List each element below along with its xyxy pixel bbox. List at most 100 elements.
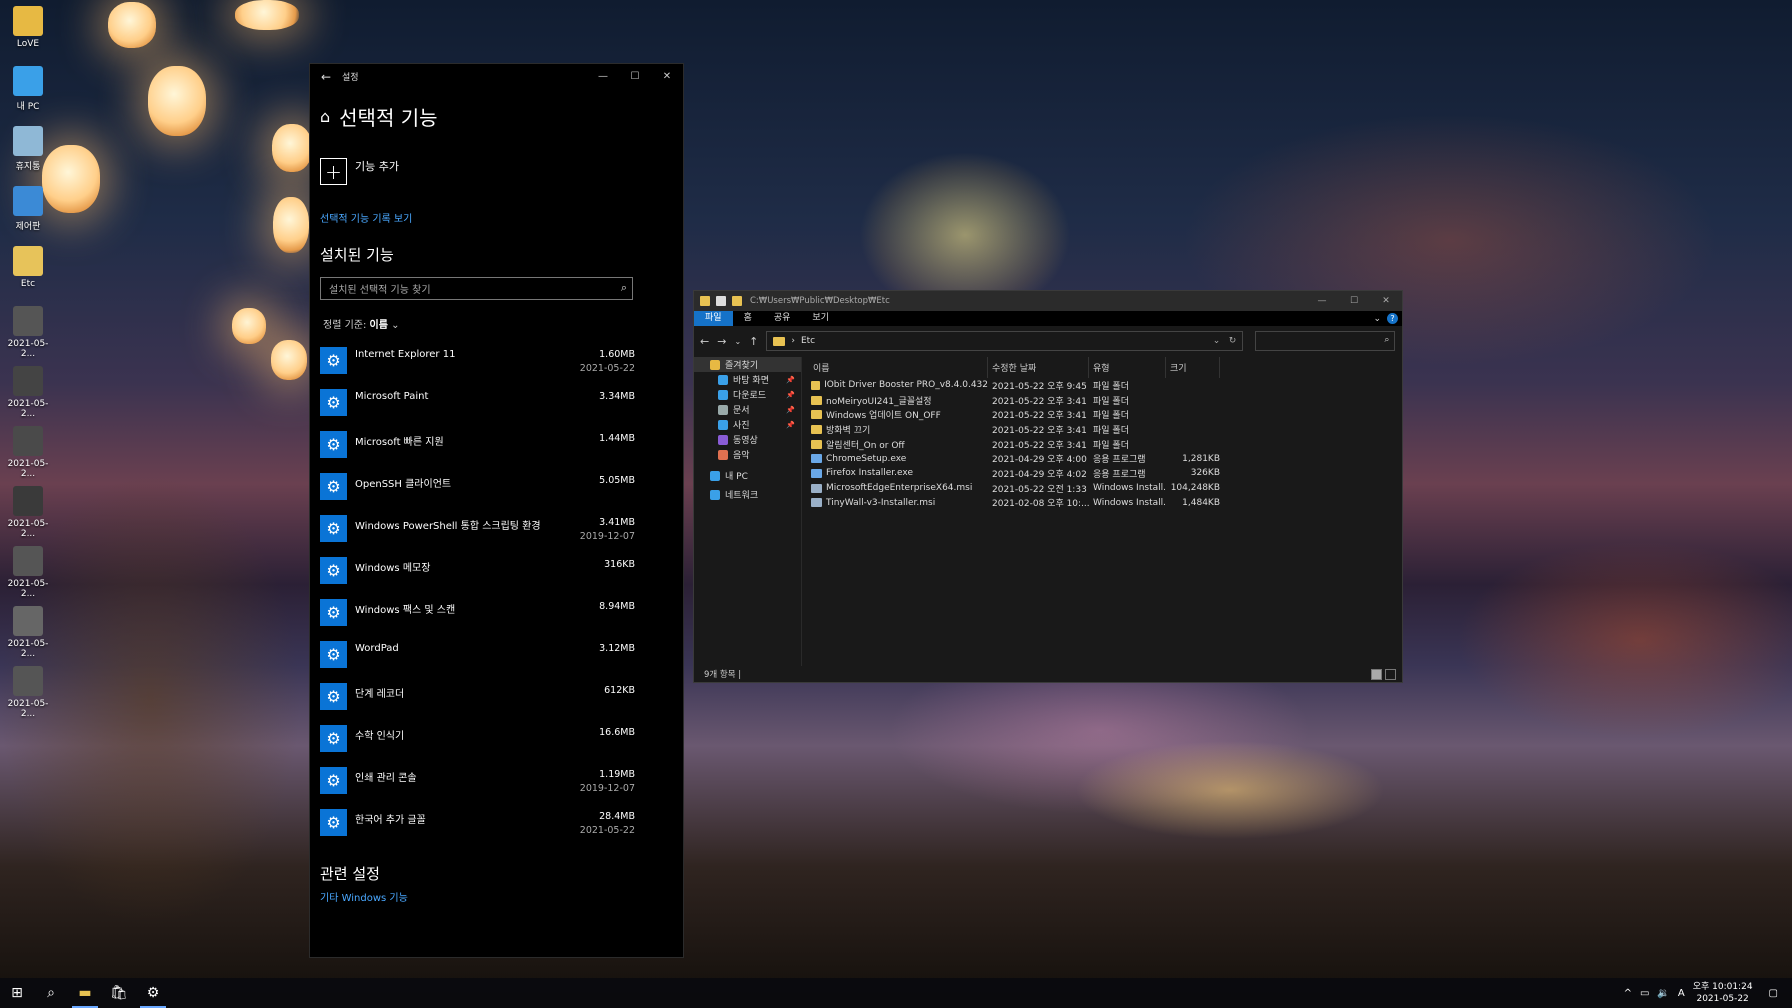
new-folder-icon[interactable] <box>732 296 742 306</box>
column-header[interactable]: 수정한 날짜 <box>988 357 1089 378</box>
nav-item-label: 다운로드 <box>733 391 767 401</box>
help-icon[interactable]: ? <box>1387 313 1398 324</box>
notification-icon[interactable]: ▢ <box>1769 988 1778 999</box>
file-row[interactable]: Firefox Installer.exe 2021-04-29 오후 4:02 응… <box>809 466 1402 481</box>
home-icon[interactable]: ⌂ <box>320 107 330 126</box>
feature-item[interactable]: ⚙ WordPad 3.12MB <box>320 639 635 681</box>
nav-item[interactable]: 동영상 <box>694 432 801 447</box>
feature-item[interactable]: ⚙ Internet Explorer 11 1.60MB 2021-05-22 <box>320 345 635 387</box>
feature-item[interactable]: ⚙ 수학 인식기 16.6MB <box>320 723 635 765</box>
feature-item[interactable]: ⚙ Windows PowerShell 통합 스크립팅 환경 3.41MB 2019… <box>320 513 635 555</box>
nav-item[interactable]: 음악 <box>694 447 801 462</box>
close-button[interactable]: ✕ <box>1370 296 1402 306</box>
maximize-button[interactable]: ☐ <box>1338 296 1370 306</box>
maximize-button[interactable]: ☐ <box>619 71 651 82</box>
nav-item[interactable]: 사진 📌 <box>694 417 801 432</box>
feature-item[interactable]: ⚙ 인쇄 관리 콘솔 1.19MB 2019-12-07 <box>320 765 635 807</box>
desktop-icon[interactable]: 2021-05-2... <box>2 306 54 359</box>
clock[interactable]: 오후 10:01:24 2021-05-22 <box>1693 981 1753 1005</box>
volume-icon[interactable]: 🔉 <box>1657 988 1669 999</box>
nav-item[interactable]: 네트워크 <box>694 487 801 502</box>
show-hidden-icons-icon[interactable]: ^ <box>1624 988 1632 999</box>
nav-item-icon <box>710 470 720 481</box>
folder-icon <box>773 336 786 346</box>
ribbon-tab[interactable]: 공유 <box>763 311 802 326</box>
feature-date: 2019-12-07 <box>579 531 635 542</box>
large-icons-view-icon[interactable] <box>1385 668 1396 680</box>
feature-item[interactable]: ⚙ OpenSSH 클라이언트 5.05MB <box>320 471 635 513</box>
feature-item[interactable]: ⚙ Microsoft 빠른 지원 1.44MB <box>320 429 635 471</box>
column-header[interactable]: 유형 <box>1089 357 1166 378</box>
forward-arrow-icon[interactable]: → <box>717 335 726 348</box>
desktop-icon[interactable]: 2021-05-2... <box>2 666 54 719</box>
desktop-icon[interactable]: Etc <box>2 246 54 289</box>
ribbon-tab[interactable]: 파일 <box>694 311 733 326</box>
nav-item[interactable]: 내 PC <box>694 468 801 483</box>
minimize-button[interactable]: — <box>587 71 619 82</box>
add-feature-button[interactable]: + 기능 추가 <box>320 158 399 185</box>
explorer-search-input[interactable]: ⌕ <box>1255 331 1396 351</box>
desktop-icon[interactable]: 2021-05-2... <box>2 366 54 419</box>
back-arrow-icon[interactable]: ← <box>700 335 709 348</box>
puzzle-gear-icon: ⚙ <box>320 389 347 416</box>
file-row[interactable]: 알림센터_On or Off 2021-05-22 오후 3:41 파일 폴더 <box>809 437 1402 452</box>
desktop-icon[interactable]: 내 PC <box>2 66 54 112</box>
desktop-icon[interactable]: 제어판 <box>2 186 54 232</box>
file-row[interactable]: MicrosoftEdgeEnterpriseX64.msi 2021-05-22… <box>809 481 1402 496</box>
feature-item[interactable]: ⚙ Windows 팩스 및 스캔 8.94MB <box>320 597 635 639</box>
feature-name: 인쇄 관리 콘솔 <box>355 773 417 784</box>
file-row[interactable]: Windows 업데이트 ON_OFF 2021-05-22 오후 3:41 파일 … <box>809 407 1402 422</box>
settings-taskbar-button[interactable]: ⚙ <box>136 978 170 1008</box>
feature-item[interactable]: ⚙ 한국어 추가 글꼴 28.4MB 2021-05-22 <box>320 807 635 849</box>
folder-icon <box>811 410 822 420</box>
recent-locations-chevron-icon[interactable]: ⌄ <box>734 337 741 346</box>
network-icon[interactable]: ▭ <box>1640 988 1649 999</box>
store-taskbar-button[interactable]: 🛍 <box>102 978 136 1008</box>
desktop-icon-label: 휴지통 <box>15 162 41 172</box>
feature-history-link[interactable]: 선택적 기능 기록 보기 <box>320 210 412 225</box>
desktop-icon-label: 2021-05-2... <box>7 579 49 599</box>
address-bar[interactable]: › Etc ⌄ ↻ <box>766 331 1244 351</box>
feature-item[interactable]: ⚙ Microsoft Paint 3.34MB <box>320 387 635 429</box>
feature-item[interactable]: ⚙ Windows 메모장 316KB <box>320 555 635 597</box>
file-row[interactable]: ChromeSetup.exe 2021-04-29 오후 4:00 응용 프로그램… <box>809 451 1402 466</box>
ime-indicator[interactable]: A <box>1678 988 1685 999</box>
refresh-icon[interactable]: ⌄ ↻ <box>1213 336 1237 346</box>
nav-item[interactable]: 문서 📌 <box>694 402 801 417</box>
desktop-icon[interactable]: LoVE <box>2 6 54 49</box>
nav-item[interactable]: 다운로드 📌 <box>694 387 801 402</box>
file-explorer-taskbar-button[interactable]: ▬ <box>68 978 102 1008</box>
file-row[interactable]: TinyWall-v3-Installer.msi 2021-02-08 오후 1… <box>809 496 1402 511</box>
up-arrow-icon[interactable]: ↑ <box>749 335 758 348</box>
search-button[interactable]: ⌕ <box>34 978 68 1008</box>
start-button[interactable]: ⊞ <box>0 978 34 1008</box>
feature-item[interactable]: ⚙ 단계 레코더 612KB <box>320 681 635 723</box>
expand-ribbon-icon[interactable]: ⌄ <box>1373 314 1381 324</box>
details-view-icon[interactable] <box>1371 668 1382 680</box>
other-windows-features-link[interactable]: 기타 Windows 기능 <box>320 889 408 904</box>
file-name-cell: Firefox Installer.exe <box>809 468 988 478</box>
breadcrumb[interactable]: Etc <box>801 336 815 346</box>
file-row[interactable]: IObit Driver Booster PRO_v8.4.0.432 2021-… <box>809 378 1402 393</box>
file-row[interactable]: 방화벽 끄기 2021-05-22 오후 3:41 파일 폴더 <box>809 422 1402 437</box>
file-name: IObit Driver Booster PRO_v8.4.0.432 <box>824 380 988 391</box>
desktop-icon[interactable]: 휴지통 <box>2 126 54 172</box>
file-row[interactable]: noMeiryoUI241_글꼴설정 2021-05-22 오후 3:41 파일 폴… <box>809 393 1402 408</box>
desktop-icon[interactable]: 2021-05-2... <box>2 486 54 539</box>
back-arrow-icon[interactable]: ← <box>310 70 342 84</box>
sort-dropdown[interactable]: 정렬 기준: 이름 ⌄ <box>323 316 400 331</box>
ribbon-tab[interactable]: 홈 <box>733 311 763 326</box>
feature-search-input[interactable]: 설치된 선택적 기능 찾기 ⌕ <box>320 277 633 300</box>
properties-icon[interactable] <box>716 296 726 306</box>
column-header[interactable]: 이름 <box>809 357 988 378</box>
minimize-button[interactable]: — <box>1306 296 1338 306</box>
close-button[interactable]: ✕ <box>651 71 683 82</box>
column-header[interactable]: 크기 <box>1166 357 1220 378</box>
desktop-icon[interactable]: 2021-05-2... <box>2 546 54 599</box>
nav-item[interactable]: 즐겨찾기 <box>694 357 801 372</box>
nav-item[interactable]: 바탕 화면 📌 <box>694 372 801 387</box>
desktop-icon[interactable]: 2021-05-2... <box>2 426 54 479</box>
address-toolbar: ← → ⌄ ↑ › Etc ⌄ ↻ ⌕ <box>694 326 1402 356</box>
desktop-icon[interactable]: 2021-05-2... <box>2 606 54 659</box>
ribbon-tab[interactable]: 보기 <box>801 311 840 326</box>
